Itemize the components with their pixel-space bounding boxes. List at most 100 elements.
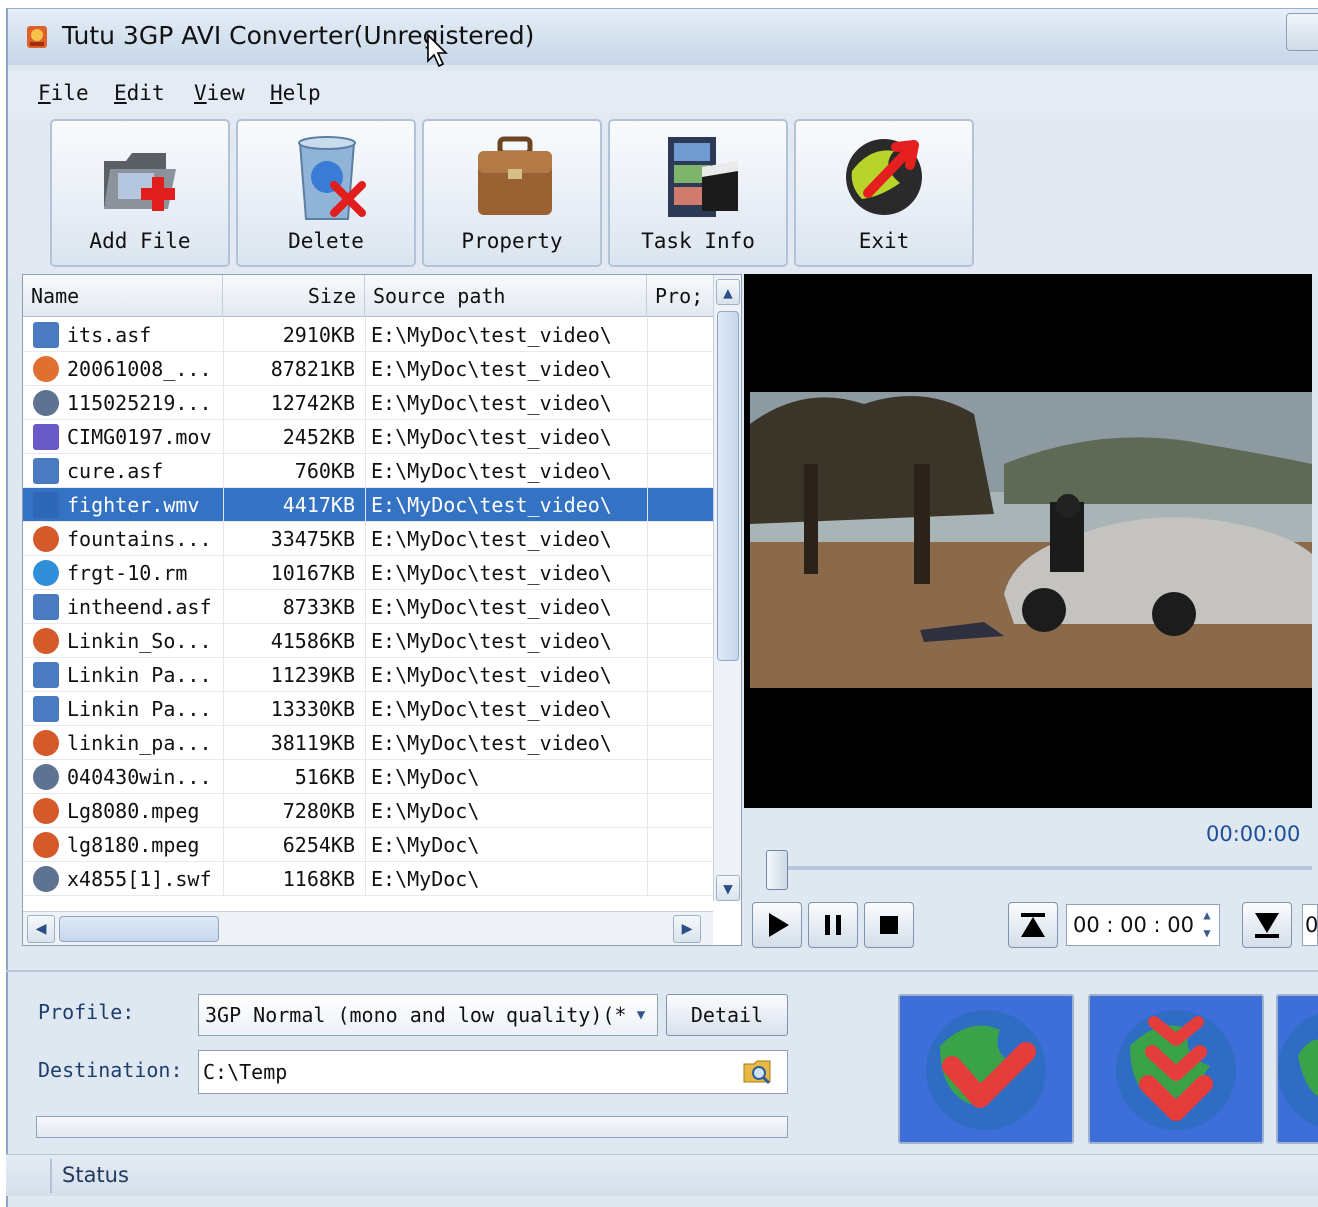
mpeg-icon (33, 798, 59, 824)
destination-input[interactable]: C:\Temp (198, 1050, 788, 1094)
file-name-cell: Linkin_So... (67, 629, 212, 653)
column-header-progress[interactable]: Pro; (647, 275, 713, 317)
table-row[interactable]: 115025219... 12742KB E:\MyDoc\test_video\ (23, 386, 713, 420)
delete-button[interactable]: Delete (236, 119, 416, 267)
column-separator (223, 692, 224, 726)
table-row[interactable]: Lg8080.mpeg 7280KB E:\MyDoc\ (23, 794, 713, 828)
seek-track[interactable] (776, 866, 1312, 870)
convert-all-button[interactable] (1276, 994, 1318, 1144)
column-header-source-path[interactable]: Source path (365, 275, 647, 317)
convert-button[interactable] (898, 994, 1074, 1144)
mpeg-icon (33, 832, 59, 858)
mark-end-icon (1255, 913, 1279, 938)
table-row[interactable]: Linkin Pa... 11239KB E:\MyDoc\test_video\ (23, 658, 713, 692)
seek-slider-thumb[interactable] (766, 850, 788, 890)
column-separator (223, 726, 224, 760)
pause-button[interactable] (808, 902, 858, 948)
browse-folder-icon[interactable] (742, 1056, 774, 1088)
column-separator (223, 488, 224, 522)
table-row[interactable]: 040430win... 516KB E:\MyDoc\ (23, 760, 713, 794)
column-separator (647, 590, 648, 624)
destination-label: Destination: (38, 1058, 183, 1082)
horizontal-scroll-thumb[interactable] (59, 916, 219, 942)
window-control-button[interactable] (1286, 13, 1318, 51)
stop-button[interactable] (864, 902, 914, 948)
title-bar[interactable]: Tutu 3GP AVI Converter(Unregistered) (8, 9, 1318, 68)
play-button[interactable] (752, 902, 802, 948)
column-separator (365, 658, 366, 692)
profile-dropdown[interactable]: 3GP Normal (mono and low quality)(* (198, 994, 658, 1036)
add-file-button[interactable]: Add File (50, 119, 230, 267)
menu-file[interactable]: File (38, 81, 89, 105)
generic-icon (33, 764, 59, 790)
table-row[interactable]: lg8180.mpeg 6254KB E:\MyDoc\ (23, 828, 713, 862)
stop-icon (880, 916, 898, 934)
wmv-icon (33, 492, 59, 518)
table-row[interactable]: Linkin_So... 41586KB E:\MyDoc\test_video\ (23, 624, 713, 658)
horizontal-scrollbar[interactable]: ◀ ▶ (23, 911, 713, 945)
table-row[interactable]: cure.asf 760KB E:\MyDoc\test_video\ (23, 454, 713, 488)
column-separator (647, 454, 648, 488)
column-separator (223, 658, 224, 692)
scroll-down-icon[interactable]: ▼ (716, 875, 740, 901)
table-row[interactable]: its.asf 2910KB E:\MyDoc\test_video\ (23, 318, 713, 352)
end-time-input[interactable]: 0 (1302, 904, 1318, 946)
menu-file-rest: ile (50, 81, 89, 105)
scroll-up-icon[interactable]: ▲ (716, 279, 740, 305)
property-button[interactable]: Property (422, 119, 602, 267)
column-separator (365, 760, 366, 794)
column-header-size[interactable]: Size (223, 275, 365, 317)
file-table-body: its.asf 2910KB E:\MyDoc\test_video\ 2006100… (23, 318, 713, 898)
menu-edit[interactable]: Edit (114, 81, 165, 105)
scroll-left-icon[interactable]: ◀ (27, 915, 55, 943)
column-separator (223, 624, 224, 658)
table-row[interactable]: fountains... 33475KB E:\MyDoc\test_video\ (23, 522, 713, 556)
table-row[interactable]: x4855[1].swf 1168KB E:\MyDoc\ (23, 862, 713, 896)
task-info-button[interactable]: Task Info (608, 119, 788, 267)
table-row[interactable]: Linkin Pa... 13330KB E:\MyDoc\test_video\ (23, 692, 713, 726)
chevron-down-icon[interactable]: ▼ (628, 1000, 654, 1030)
asf-icon (33, 322, 59, 348)
globe-icon (1278, 1013, 1318, 1127)
file-name-cell: Linkin Pa... (67, 663, 212, 687)
menu-view[interactable]: View (194, 81, 245, 105)
scroll-right-icon[interactable]: ▶ (673, 915, 701, 943)
exit-button[interactable]: Exit (794, 119, 974, 267)
file-name-cell: frgt-10.rm (67, 561, 188, 585)
file-size-cell: 6254KB (282, 833, 355, 857)
column-separator (647, 386, 648, 420)
table-row[interactable]: linkin_pa... 38119KB E:\MyDoc\test_video\ (23, 726, 713, 760)
table-row[interactable]: frgt-10.rm 10167KB E:\MyDoc\test_video\ (23, 556, 713, 590)
column-header-name[interactable]: Name (23, 275, 223, 317)
status-bar: Status (6, 1154, 1318, 1196)
table-row[interactable]: CIMG0197.mov 2452KB E:\MyDoc\test_video\ (23, 420, 713, 454)
source-path-cell: E:\MyDoc\test_video\ (371, 731, 612, 755)
column-separator (647, 692, 648, 726)
column-separator (365, 488, 366, 522)
convert-batch-button[interactable] (1088, 994, 1264, 1144)
table-row[interactable]: fighter.wmv 4417KB E:\MyDoc\test_video\ (23, 488, 713, 522)
time-spinner-icon[interactable]: ▲ ▼ (1196, 906, 1218, 944)
play-icon (769, 913, 789, 937)
exit-label: Exit (858, 229, 910, 253)
column-separator (647, 726, 648, 760)
file-list-panel[interactable]: Name Size Source path Pro; its.asf 2910KB… (22, 274, 742, 946)
menu-help[interactable]: Help (270, 81, 321, 105)
column-separator (647, 522, 648, 556)
vertical-scroll-thumb[interactable] (717, 311, 739, 661)
source-path-cell: E:\MyDoc\ (371, 799, 480, 823)
file-name-cell: intheend.asf (67, 595, 212, 619)
vertical-scrollbar[interactable]: ▲ ▼ (713, 275, 741, 901)
table-row[interactable]: 20061008_... 87821KB E:\MyDoc\test_video\ (23, 352, 713, 386)
table-row[interactable]: intheend.asf 8733KB E:\MyDoc\test_video\ (23, 590, 713, 624)
property-label: Property (461, 229, 563, 253)
table-header: Name Size Source path Pro; (23, 275, 713, 317)
detail-button[interactable]: Detail (666, 994, 788, 1036)
file-size-cell: 8733KB (282, 595, 355, 619)
column-separator (365, 794, 366, 828)
file-name-cell: 20061008_... (67, 357, 212, 381)
add-folder-icon (104, 153, 176, 211)
set-end-button[interactable] (1242, 902, 1292, 948)
set-start-button[interactable] (1008, 902, 1058, 948)
toolbar: Add File Delete Property Task Info Exit (8, 113, 1318, 277)
